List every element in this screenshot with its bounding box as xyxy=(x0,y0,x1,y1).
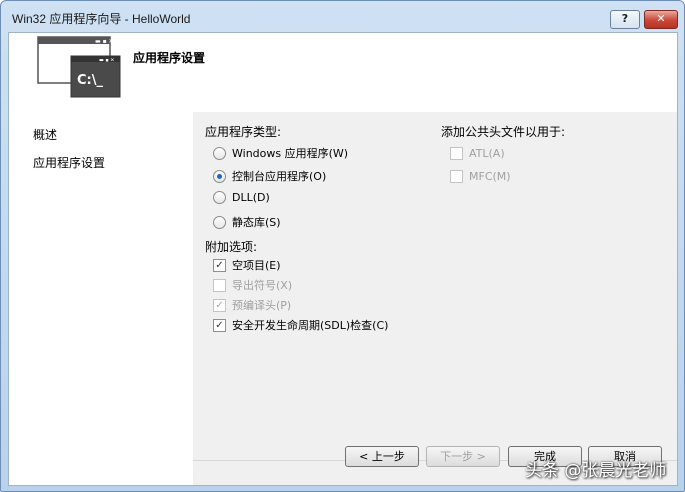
radio-static-lib[interactable]: 静态库(S) xyxy=(213,214,281,230)
checkbox-mfc[interactable]: MFC(M) xyxy=(450,170,511,183)
radio-icon xyxy=(213,215,226,229)
sidebar-item-app-settings[interactable]: 应用程序设置 xyxy=(33,154,105,171)
radio-windows-label: Windows 应用程序(W) xyxy=(232,147,349,160)
radio-icon xyxy=(213,146,226,160)
check-icon: ✓ xyxy=(213,258,226,272)
check-icon: ✓ xyxy=(213,298,226,312)
console-icon-label: C:\_ xyxy=(77,73,103,88)
wizard-header: ▬ ▪ ✕ ▬ ▪ ✕ C:\_ 应用程序设置 xyxy=(9,33,677,112)
checkbox-export-symbols[interactable]: 导出符号(X) xyxy=(213,277,292,293)
dialog-client: ▬ ▪ ✕ ▬ ▪ ✕ C:\_ 应用程序设置 概述 应用程序设置 应用程序类型… xyxy=(8,32,678,486)
radio-icon xyxy=(213,191,226,204)
checkbox-sdl-checks-label: 安全开发生命周期(SDL)检查(C) xyxy=(232,319,389,332)
window-title: Win32 应用程序向导 - HelloWorld xyxy=(12,12,191,26)
radio-static-lib-label: 静态库(S) xyxy=(232,216,281,229)
watermark-text: 头条 @张晨光老师 xyxy=(525,461,667,481)
help-button[interactable]: ? xyxy=(610,10,640,29)
title-bar[interactable]: Win32 应用程序向导 - HelloWorld ? ✕ xyxy=(1,1,684,33)
checkbox-atl-label: ATL(A) xyxy=(469,147,505,160)
svg-text:▬ ▪ ✕: ▬ ▪ ✕ xyxy=(99,58,114,64)
additional-options-label: 附加选项: xyxy=(205,240,258,254)
checkbox-empty-project-label: 空项目(E) xyxy=(232,259,281,272)
checkbox-mfc-label: MFC(M) xyxy=(469,170,511,183)
radio-windows-app[interactable]: Windows 应用程序(W) xyxy=(213,145,348,161)
settings-panel: 应用程序类型: Windows 应用程序(W) 控制台应用程序(O) DLL(D… xyxy=(193,112,677,485)
checkbox-sdl-checks[interactable]: ✓ 安全开发生命周期(SDL)检查(C) xyxy=(213,317,388,333)
next-button[interactable]: 下一步 > xyxy=(426,446,500,467)
checkbox-empty-icon xyxy=(450,147,463,160)
radio-dll[interactable]: DLL(D) xyxy=(213,191,270,204)
radio-console-app[interactable]: 控制台应用程序(O) xyxy=(213,168,326,184)
checkbox-export-symbols-label: 导出符号(X) xyxy=(232,279,293,292)
check-icon: ✓ xyxy=(213,318,226,332)
wizard-sidebar: 概述 应用程序设置 xyxy=(9,112,193,485)
prev-button[interactable]: < 上一步 xyxy=(345,446,419,467)
common-headers-label: 添加公共头文件以用于: xyxy=(441,125,566,139)
radio-console-label: 控制台应用程序(O) xyxy=(232,170,327,183)
checkbox-precompiled-header[interactable]: ✓ 预编译头(P) xyxy=(213,297,291,313)
sidebar-item-overview[interactable]: 概述 xyxy=(33,126,57,143)
page-title: 应用程序设置 xyxy=(133,51,206,65)
app-type-label: 应用程序类型: xyxy=(205,125,282,139)
console-app-icon: ▬ ▪ ✕ ▬ ▪ ✕ C:\_ xyxy=(37,36,121,98)
checkbox-empty-icon xyxy=(450,170,463,183)
checkbox-atl[interactable]: ATL(A) xyxy=(450,147,505,160)
radio-dll-label: DLL(D) xyxy=(232,191,270,204)
close-button[interactable]: ✕ xyxy=(644,10,678,29)
svg-text:▬ ▪ ✕: ▬ ▪ ✕ xyxy=(95,38,114,45)
radio-selected-icon xyxy=(213,169,226,183)
checkbox-precompiled-header-label: 预编译头(P) xyxy=(232,299,292,312)
wizard-window: Win32 应用程序向导 - HelloWorld ? ✕ ▬ ▪ ✕ ▬ ▪ … xyxy=(0,0,685,492)
checkbox-empty-project[interactable]: ✓ 空项目(E) xyxy=(213,257,281,273)
checkbox-empty-icon xyxy=(213,278,226,292)
